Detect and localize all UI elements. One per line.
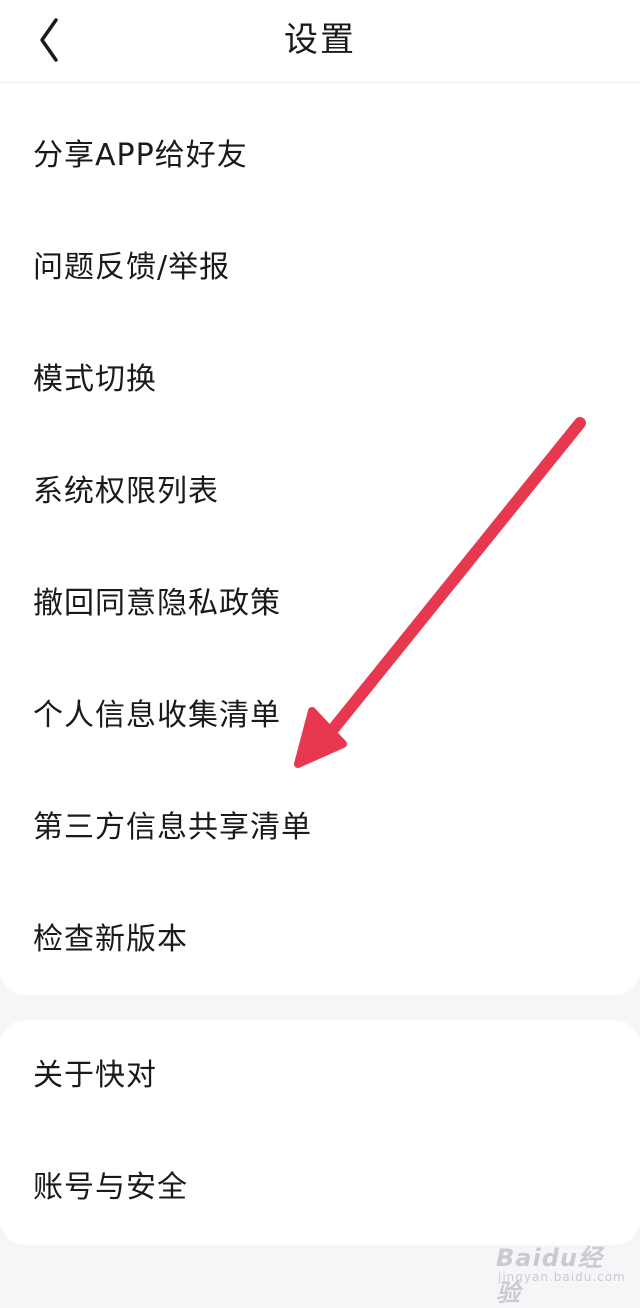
settings-item-feedback-report[interactable]: 问题反馈/举报	[0, 212, 640, 324]
top-navigation-bar: 设置	[0, 0, 640, 83]
settings-item-label: 账号与安全	[33, 1170, 188, 1205]
settings-item-label: 第三方信息共享清单	[33, 810, 312, 845]
settings-item-label: 问题反馈/举报	[33, 250, 231, 285]
watermark-url: jingyan.baidu.com	[498, 1270, 626, 1284]
settings-item-account-security[interactable]: 账号与安全	[0, 1132, 640, 1244]
settings-item-system-permissions[interactable]: 系统权限列表	[0, 436, 640, 548]
settings-item-label: 模式切换	[33, 362, 157, 397]
settings-item-label: 撤回同意隐私政策	[33, 586, 281, 621]
settings-item-revoke-privacy-consent[interactable]: 撤回同意隐私政策	[0, 548, 640, 660]
settings-item-label: 关于快对	[33, 1058, 157, 1093]
baidu-jingyan-watermark: Baidu经验 jingyan.baidu.com	[496, 1234, 626, 1307]
settings-item-mode-switch[interactable]: 模式切换	[0, 324, 640, 436]
settings-item-label: 分享APP给好友	[33, 138, 248, 173]
settings-item-label: 个人信息收集清单	[33, 698, 281, 733]
settings-item-check-update[interactable]: 检查新版本	[0, 884, 640, 996]
settings-item-personal-info-list[interactable]: 个人信息收集清单	[0, 660, 640, 772]
settings-group-main: 分享APP给好友 问题反馈/举报 模式切换 系统权限列表 撤回同意隐私政策 个人…	[0, 83, 640, 995]
settings-item-about[interactable]: 关于快对	[0, 1020, 640, 1132]
settings-item-label: 系统权限列表	[33, 474, 219, 509]
settings-group-account: 关于快对 账号与安全	[0, 1020, 640, 1245]
settings-item-third-party-sharing-list[interactable]: 第三方信息共享清单	[0, 772, 640, 884]
page-title: 设置	[284, 20, 356, 60]
settings-item-share-app[interactable]: 分享APP给好友	[0, 100, 640, 212]
settings-item-label: 检查新版本	[33, 922, 188, 957]
